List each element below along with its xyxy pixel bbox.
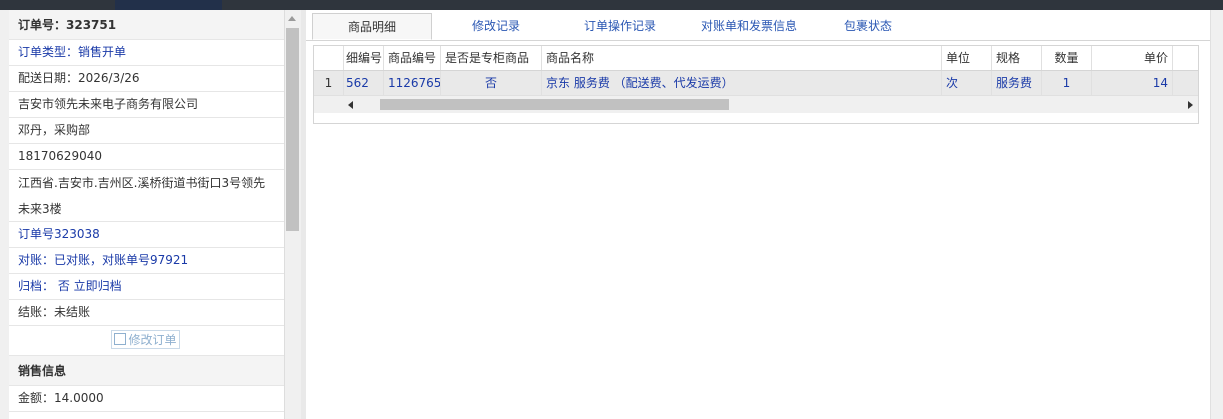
table-row[interactable]: 1 562 1126765 否 京东 服务费 （配送费、代发运费） 次 服务费 …	[314, 71, 1198, 95]
sales-info-title: 销售信息	[9, 356, 284, 386]
header-detail-no[interactable]: 细编号	[344, 46, 384, 70]
order-info-panel: 订单号：323751 订单类型：销售开单 配送日期：2026/3/26 吉安市领…	[9, 10, 285, 419]
header-spec[interactable]: 规格	[992, 46, 1042, 70]
cell-unit: 次	[942, 71, 992, 95]
cell-product-name: 京东 服务费 （配送费、代发运费）	[542, 71, 942, 95]
header-rownum	[314, 46, 344, 70]
cell-price: 14	[1092, 71, 1173, 95]
company-name: 吉安市领先未来电子商务有限公司	[9, 92, 284, 118]
detail-panel: 商品明细 修改记录 订单操作记录 对账单和发票信息 包裹状态 细编号 商品编号 …	[306, 10, 1210, 419]
grid-header-row: 细编号 商品编号 是否是专柜商品 商品名称 单位 规格 数量 单价	[314, 46, 1198, 71]
cell-counter: 否	[441, 71, 542, 95]
order-type: 订单类型：销售开单	[9, 40, 284, 66]
product-grid: 细编号 商品编号 是否是专柜商品 商品名称 单位 规格 数量 单价 1 562 …	[313, 45, 1199, 124]
settle-status: 结账：未结账	[9, 300, 284, 326]
top-bar	[0, 0, 1223, 10]
phone-number: 18170629040	[9, 144, 284, 170]
edit-order-label: 修改订单	[128, 333, 177, 347]
grid-scrollbar-thumb[interactable]	[380, 99, 729, 110]
archive-status-link[interactable]: 归档： 否 立即归档	[9, 274, 284, 300]
sales-amount: 金额：14.0000	[9, 386, 284, 412]
scroll-left-arrow-icon[interactable]	[348, 101, 353, 109]
cell-detail-no: 562	[344, 71, 384, 95]
grid-horizontal-scrollbar[interactable]	[314, 95, 1198, 113]
cell-product-no: 1126765	[384, 71, 441, 95]
top-bar-active-segment	[115, 0, 222, 10]
tab-change-log[interactable]: 修改记录	[436, 13, 556, 40]
header-counter[interactable]: 是否是专柜商品	[441, 46, 542, 70]
tab-bar: 商品明细 修改记录 订单操作记录 对账单和发票信息 包裹状态	[306, 10, 1210, 41]
scroll-up-arrow-icon[interactable]	[288, 16, 296, 21]
right-scrollbar[interactable]	[1210, 10, 1223, 419]
row-index: 1	[314, 71, 344, 95]
tab-package-status[interactable]: 包裹状态	[818, 13, 918, 40]
scroll-right-arrow-icon[interactable]	[1188, 101, 1193, 109]
left-scrollbar-thumb[interactable]	[286, 28, 299, 231]
cell-spec: 服务费	[992, 71, 1042, 95]
edit-icon	[114, 333, 127, 345]
delivery-date: 配送日期：2026/3/26	[9, 66, 284, 92]
header-unit[interactable]: 单位	[942, 46, 992, 70]
order-number-link[interactable]: 订单号323038	[9, 222, 284, 248]
header-product-no[interactable]: 商品编号	[384, 46, 441, 70]
tab-operation-log[interactable]: 订单操作记录	[560, 13, 680, 40]
cell-qty: 1	[1042, 71, 1092, 95]
tab-statement-invoice[interactable]: 对账单和发票信息	[684, 13, 814, 40]
reconcile-status-link[interactable]: 对账：已对账，对账单号97921	[9, 248, 284, 274]
delivery-address: 江西省.吉安市.吉州区.溪桥街道书街口3号领先未来3楼	[9, 170, 284, 222]
order-title: 订单号：323751	[9, 10, 284, 40]
contact-person: 邓丹，采购部	[9, 118, 284, 144]
tab-product-details[interactable]: 商品明细	[312, 13, 432, 40]
edit-order-button[interactable]: 修改订单	[111, 330, 180, 349]
header-qty[interactable]: 数量	[1042, 46, 1092, 70]
header-price[interactable]: 单价	[1092, 46, 1173, 70]
left-scrollbar[interactable]	[285, 10, 300, 419]
header-product-name[interactable]: 商品名称	[542, 46, 942, 70]
